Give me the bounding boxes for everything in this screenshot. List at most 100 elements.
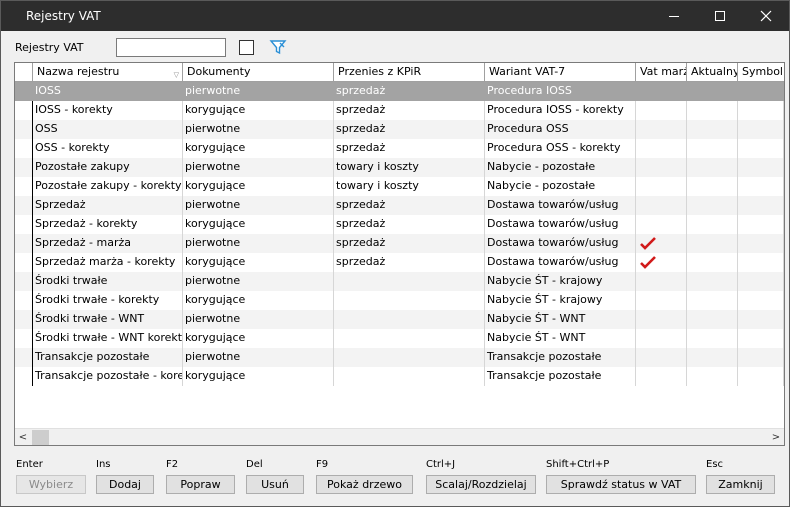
table-row[interactable]: Sprzedaż pierwotne sprzedaż Dostawa towarów…	[15, 196, 784, 215]
cell-symbol	[738, 329, 784, 348]
cell-vat-marza	[636, 272, 687, 291]
delete-button[interactable]: Usuń	[246, 475, 304, 494]
table-row[interactable]: Sprzedaż marża - korekty korygujące sprzed…	[15, 253, 784, 272]
registry-search-input[interactable]	[116, 38, 226, 57]
select-button[interactable]: Wybierz	[16, 475, 86, 494]
table-row[interactable]: Pozostałe zakupy - korekty korygujące towa…	[15, 177, 784, 196]
column-header-vat-marza[interactable]: Vat marż	[636, 63, 687, 82]
minimize-button[interactable]	[651, 1, 697, 31]
cell-variant: Transakcje pozostałe	[485, 367, 636, 386]
table-row[interactable]: Transakcje pozostałe - korektykorygujące…	[15, 367, 784, 386]
table-row[interactable]: IOSS pierwotne sprzedaż Procedura IOSS	[15, 82, 784, 101]
cell-name: IOSS - korekty	[33, 101, 183, 120]
maximize-icon	[715, 11, 725, 21]
cell-vat-marza	[636, 348, 687, 367]
column-header-symbol[interactable]: Symbol	[738, 63, 784, 82]
cell-kpir	[334, 329, 485, 348]
cell-aktualny	[687, 253, 738, 272]
cell-documents: korygujące	[183, 367, 334, 386]
cell-symbol	[738, 234, 784, 253]
filter-icon[interactable]	[269, 38, 287, 56]
table-row[interactable]: Środki trwałe - korekty korygujące Nabycie…	[15, 291, 784, 310]
check-vat-status-button[interactable]: Sprawdź status w VAT	[546, 475, 696, 494]
cell-vat-marza	[636, 215, 687, 234]
cell-vat-marza	[636, 253, 687, 272]
cell-symbol	[738, 101, 784, 120]
cell-variant: Procedura IOSS	[485, 82, 636, 101]
cell-name: Sprzedaż - korekty	[33, 215, 183, 234]
cell-documents: korygujące	[183, 291, 334, 310]
table-row[interactable]: Sprzedaż - marża pierwotne sprzedaż Dostawa…	[15, 234, 784, 253]
cell-aktualny	[687, 196, 738, 215]
cell-documents: korygujące	[183, 101, 334, 120]
scroll-right-icon[interactable]: >	[768, 429, 784, 445]
cell-vat-marza	[636, 196, 687, 215]
column-header-name[interactable]: Nazwa rejestru ▽	[33, 63, 183, 82]
table-row[interactable]: IOSS - korekty korygujące sprzedaż Procedur…	[15, 101, 784, 120]
cell-name: Transakcje pozostałe	[33, 348, 183, 367]
cell-symbol	[738, 158, 784, 177]
cell-symbol	[738, 367, 784, 386]
column-header-aktualny[interactable]: Aktualny	[687, 63, 738, 82]
merge-split-button[interactable]: Scalaj/Rozdzielaj	[426, 475, 536, 494]
cell-variant: Procedura OSS	[485, 120, 636, 139]
shortcut-label: Esc	[706, 459, 724, 470]
close-dialog-button[interactable]: Zamknij	[706, 475, 775, 494]
cell-symbol	[738, 272, 784, 291]
cell-symbol	[738, 139, 784, 158]
filter-checkbox[interactable]	[239, 40, 254, 55]
cell-aktualny	[687, 120, 738, 139]
cell-documents: pierwotne	[183, 158, 334, 177]
cell-aktualny	[687, 348, 738, 367]
registry-filter-label: Rejestry VAT	[15, 41, 84, 54]
table-row[interactable]: Transakcje pozostałe pierwotne Transakcje …	[15, 348, 784, 367]
table-row[interactable]: Pozostałe zakupy pierwotne towary i koszty…	[15, 158, 784, 177]
cell-kpir: towary i koszty	[334, 177, 485, 196]
maximize-button[interactable]	[697, 1, 743, 31]
cell-kpir: sprzedaż	[334, 82, 485, 101]
cell-kpir	[334, 367, 485, 386]
cell-kpir	[334, 291, 485, 310]
show-tree-button[interactable]: Pokaż drzewo	[316, 475, 413, 494]
shortcut-label: F2	[166, 459, 179, 470]
cell-aktualny	[687, 101, 738, 120]
cell-vat-marza	[636, 158, 687, 177]
table-row[interactable]: Środki trwałe - WNT pierwotne Nabycie ŚT -…	[15, 310, 784, 329]
cell-variant: Nabycie - pozostałe	[485, 158, 636, 177]
cell-kpir: towary i koszty	[334, 158, 485, 177]
cell-variant: Nabycie ŚT - krajowy	[485, 272, 636, 291]
cell-vat-marza	[636, 291, 687, 310]
close-button[interactable]	[743, 1, 789, 31]
cell-documents: pierwotne	[183, 310, 334, 329]
cell-vat-marza	[636, 310, 687, 329]
cell-aktualny	[687, 177, 738, 196]
table-header: Nazwa rejestru ▽ Dokumenty Przenies z KPi…	[15, 63, 784, 82]
rejestry-vat-window: Rejestry VAT Rejestry VAT Nazwa rejestru…	[0, 0, 790, 507]
cell-name: Sprzedaż marża - korekty	[33, 253, 183, 272]
cell-documents: pierwotne	[183, 348, 334, 367]
table-row[interactable]: OSS - korekty korygujące sprzedaż Procedura…	[15, 139, 784, 158]
cell-kpir: sprzedaż	[334, 139, 485, 158]
column-header-kpir[interactable]: Przenies z KPiR	[334, 63, 485, 82]
cell-variant: Nabycie ŚT - krajowy	[485, 291, 636, 310]
registry-table: Nazwa rejestru ▽ Dokumenty Przenies z KPi…	[14, 62, 785, 446]
table-row[interactable]: OSS pierwotne sprzedaż Procedura OSS	[15, 120, 784, 139]
scroll-left-icon[interactable]: <	[15, 429, 31, 445]
table-row[interactable]: Środki trwałe - WNT korekty korygujące Nab…	[15, 329, 784, 348]
table-row[interactable]: Środki trwałe pierwotne Nabycie ŚT - krajo…	[15, 272, 784, 291]
edit-button[interactable]: Popraw	[166, 475, 235, 494]
cell-symbol	[738, 291, 784, 310]
cell-variant: Nabycie ŚT - WNT	[485, 310, 636, 329]
scroll-thumb[interactable]	[32, 430, 49, 445]
column-header-variant[interactable]: Wariant VAT-7	[485, 63, 636, 82]
add-button[interactable]: Dodaj	[96, 475, 154, 494]
table-row[interactable]: Sprzedaż - korekty korygujące sprzedaż Dost…	[15, 215, 784, 234]
row-selector	[15, 215, 33, 234]
shortcut-label: Enter	[16, 459, 43, 470]
cell-name: Środki trwałe - WNT korekty	[33, 329, 183, 348]
row-selector	[15, 253, 33, 272]
cell-kpir	[334, 348, 485, 367]
horizontal-scrollbar[interactable]: < >	[15, 428, 784, 445]
column-header-documents[interactable]: Dokumenty	[183, 63, 334, 82]
cell-vat-marza	[636, 120, 687, 139]
